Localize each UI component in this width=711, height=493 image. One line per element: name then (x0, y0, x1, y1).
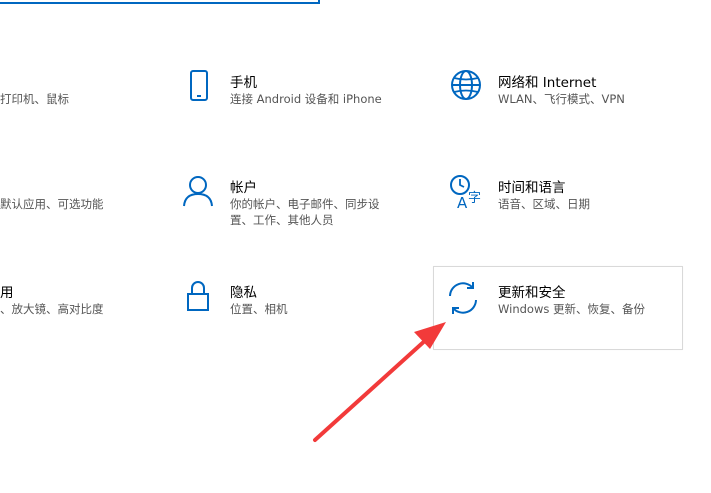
annotation-arrow (313, 322, 446, 442)
